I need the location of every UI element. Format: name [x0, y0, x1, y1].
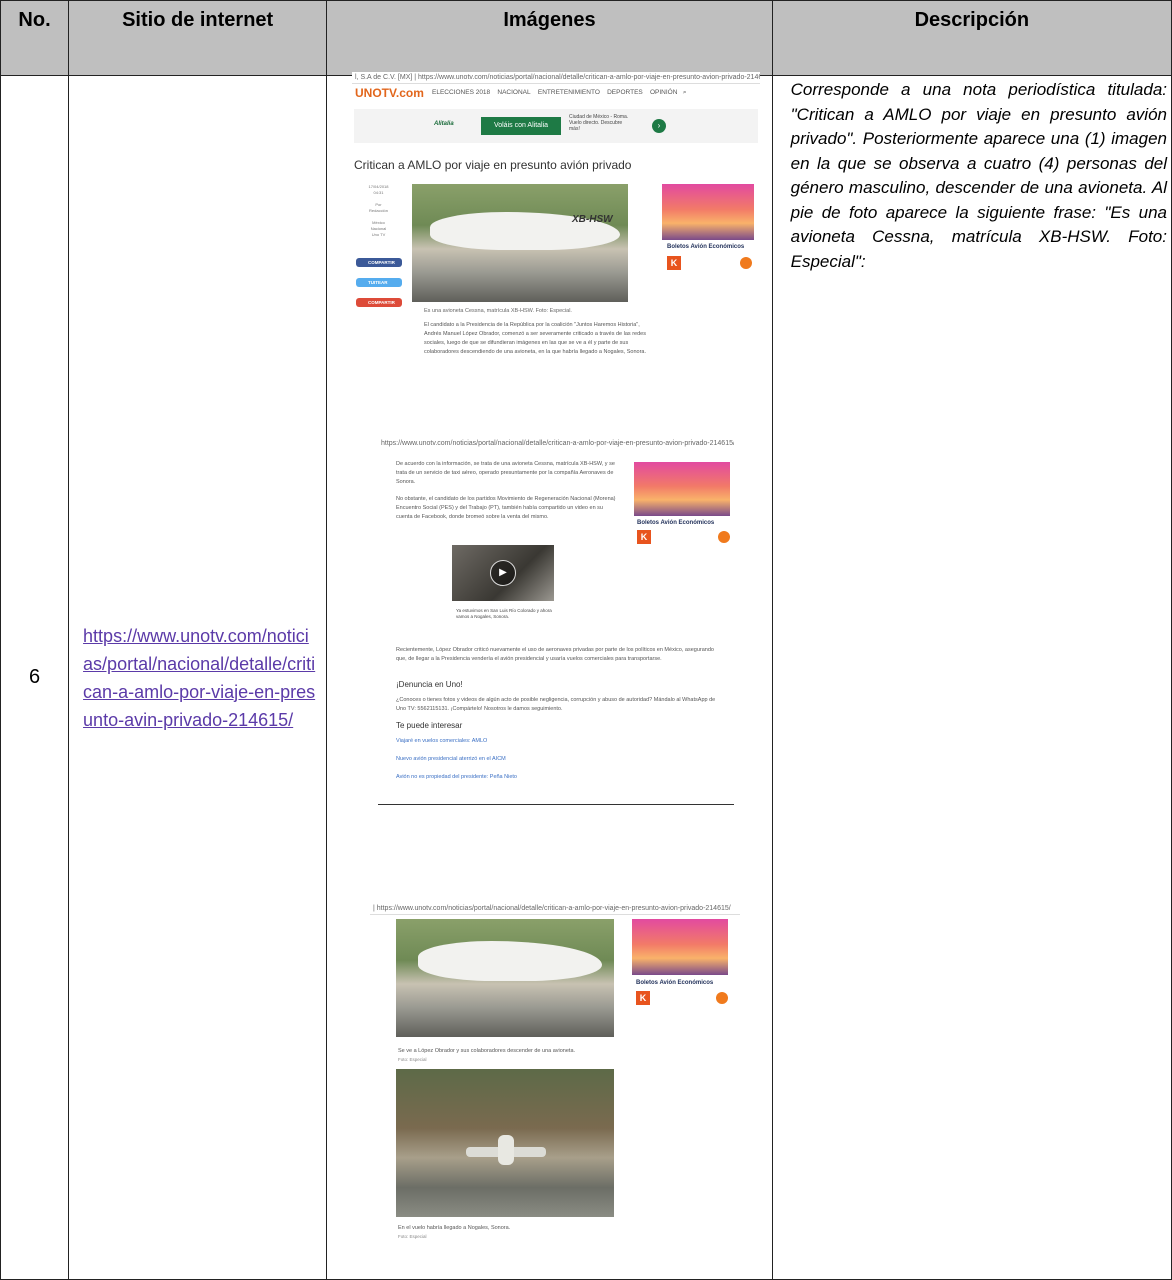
row-number: 6	[0, 75, 70, 1280]
description-text: Corresponde a una nota periodística titu…	[771, 75, 1172, 1280]
play-icon[interactable]: ▶	[490, 560, 516, 586]
arrow-icon[interactable]	[718, 531, 730, 543]
paragraph-4: ¿Conoces o tienes fotos y videos de algú…	[396, 697, 716, 712]
site-cell: https://www.unotv.com/noticias/portal/na…	[68, 75, 328, 1280]
photo-caption: En el vuelo habría llegado a Nogales, So…	[398, 1225, 511, 1231]
ad-banner[interactable]: Alitalia Voláis con Alitalia Ciudad de M…	[354, 109, 758, 143]
plane-registration: XB-HSW	[572, 214, 613, 225]
denuncia-heading: ¡Denuncia en Uno!	[396, 680, 463, 689]
nav-item[interactable]: NACIONAL	[497, 89, 530, 96]
paragraph-2: No obstante, el candidato de los partido…	[396, 496, 616, 520]
article-body: El candidato a la Presidencia de la Repú…	[424, 322, 646, 355]
banner-brand: Alitalia	[434, 121, 454, 127]
article-headline: Critican a AMLO por viaje en presunto av…	[354, 158, 632, 172]
paragraph-3: Recientemente, López Obrador criticó nue…	[396, 647, 714, 662]
header-images: Imágenes	[326, 0, 773, 76]
ad-title[interactable]: Boletos Avión Económicos	[667, 244, 744, 250]
kayak-logo: K	[667, 256, 681, 270]
kayak-logo: K	[637, 530, 651, 544]
banner-text: Ciudad de México - Roma. Vuelo directo. …	[569, 114, 629, 132]
paragraph-1: De acuerdo con la información, se trata …	[396, 461, 615, 485]
arrow-icon[interactable]	[716, 992, 728, 1004]
photo-caption: Es una avioneta Cessna, matrícula XB-HSW…	[424, 308, 572, 314]
ad-image[interactable]	[634, 462, 730, 516]
screenshot-1: l, S.A de C.V. [MX] | https://www.unotv.…	[352, 72, 760, 412]
arrow-icon[interactable]	[740, 257, 752, 269]
related-link[interactable]: Avión no es propiedad del presidente: Pe…	[396, 774, 517, 780]
header-no: No.	[0, 0, 70, 76]
article-meta: 17/04/2018 04:31 Por Redacción México Naciona…	[368, 184, 389, 237]
photo-caption: Se ve a López Obrador y sus colaboradore…	[398, 1048, 576, 1054]
search-icon[interactable]: ⌕	[683, 89, 687, 96]
related-link[interactable]: Nuevo avión presidencial aterrizó en el …	[396, 756, 506, 762]
google-share-button[interactable]: COMPARTIR	[356, 298, 402, 307]
nav-item[interactable]: OPINIÓN	[650, 89, 677, 96]
header-site: Sitio de internet	[68, 0, 328, 76]
address-bar: https://www.unotv.com/noticias/portal/na…	[381, 440, 734, 447]
header-description: Descripción	[771, 0, 1172, 76]
kayak-logo: K	[636, 991, 650, 1005]
photo-credit: Foto: Especial	[398, 1057, 427, 1062]
ad-image[interactable]	[632, 919, 728, 975]
site-logo: UNOTV.com	[355, 86, 424, 100]
video-caption: Ya estuvimos en San Luis Río Colorado y …	[456, 608, 552, 619]
top-nav: ELECCIONES 2018 NACIONAL ENTRETENIMIENTO…	[432, 89, 687, 97]
address-bar: l, S.A de C.V. [MX] | https://www.unotv.…	[352, 72, 760, 84]
banner-cta: Voláis con Alitalia	[481, 117, 561, 135]
related-link[interactable]: Viajaré en vuelos comerciales: AMLO	[396, 738, 487, 744]
runway-photo	[396, 1069, 614, 1217]
twitter-share-button[interactable]: TUITEAR	[356, 278, 402, 287]
nav-item[interactable]: DEPORTES	[607, 89, 643, 96]
nav-item[interactable]: ENTRETENIMIENTO	[538, 89, 600, 96]
photo-credit: Foto: Especial	[398, 1234, 427, 1239]
ad-title[interactable]: Boletos Avión Económicos	[636, 980, 713, 986]
plane-photo	[396, 919, 614, 1037]
nav-item[interactable]: ELECCIONES 2018	[432, 89, 490, 96]
facebook-share-button[interactable]: COMPARTIR	[356, 258, 402, 267]
site-link[interactable]: https://www.unotv.com/noticias/portal/na…	[83, 626, 315, 730]
address-bar: | https://www.unotv.com/noticias/portal/…	[370, 903, 740, 915]
screenshot-3: | https://www.unotv.com/noticias/portal/…	[370, 903, 740, 1263]
ad-title[interactable]: Boletos Avión Económicos	[637, 520, 714, 526]
video-player[interactable]: ▶	[452, 545, 554, 601]
plane-photo: XB-HSW	[412, 184, 628, 302]
ad-image[interactable]	[662, 184, 754, 240]
screenshot-2: https://www.unotv.com/noticias/portal/na…	[378, 438, 734, 805]
related-heading: Te puede interesar	[396, 721, 463, 730]
chevron-right-icon: ›	[652, 119, 666, 133]
